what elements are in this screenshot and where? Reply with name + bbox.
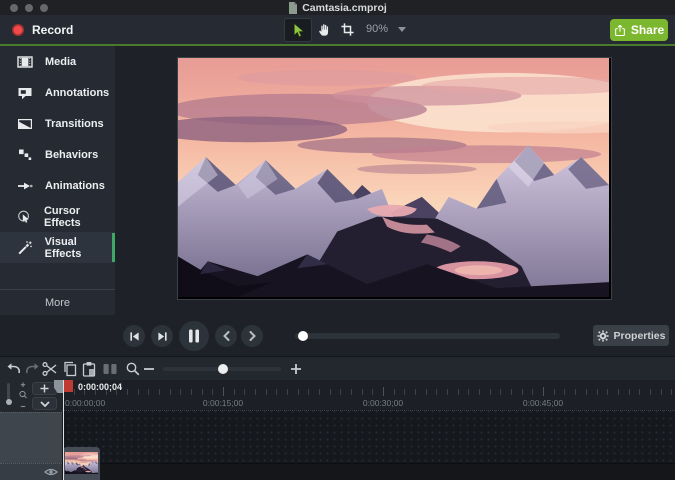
- track-visibility-eye-icon[interactable]: [44, 467, 58, 477]
- pan-tool-button[interactable]: [313, 18, 335, 40]
- video-frame-mountain-sunset: [178, 58, 609, 297]
- pause-icon: [189, 329, 199, 343]
- playhead-marker[interactable]: [64, 380, 73, 392]
- zoom-window-icon[interactable]: [40, 4, 48, 12]
- track-height-slider[interactable]: [5, 383, 12, 405]
- gear-icon: [596, 329, 609, 342]
- timeline: 0:00:00;00 0:00:15;00 0:00:30;00 0:00:45…: [0, 380, 675, 480]
- media-clip-thumbnail: [65, 452, 98, 474]
- timeline-toolbar: [0, 356, 675, 380]
- share-export-icon: [614, 24, 625, 36]
- playhead-line[interactable]: [63, 380, 64, 480]
- record-icon: [12, 23, 24, 36]
- timeline-zoom-out-button[interactable]: [141, 361, 157, 377]
- sidebar-more-button[interactable]: More: [0, 289, 115, 316]
- crop-tool-button[interactable]: [336, 18, 358, 40]
- vertical-zoom-control[interactable]: [17, 381, 29, 411]
- video-canvas[interactable]: [177, 57, 612, 300]
- track-header[interactable]: [0, 412, 62, 463]
- sidebar-item-transitions[interactable]: Transitions: [0, 108, 115, 139]
- cursor-effects-icon: [18, 210, 29, 223]
- share-button[interactable]: Share: [610, 19, 668, 41]
- undo-button[interactable]: [6, 361, 22, 377]
- timeline-zoom-in-button[interactable]: [288, 361, 304, 377]
- step-back-icon: [129, 331, 139, 341]
- transitions-icon: [18, 118, 33, 129]
- playback-scrubber[interactable]: [295, 331, 560, 341]
- previous-clip-button[interactable]: [215, 325, 237, 347]
- traffic-lights[interactable]: [10, 4, 48, 12]
- cut-button[interactable]: [42, 361, 58, 377]
- visual-effects-icon: [18, 240, 32, 254]
- timeline-lower-strip: [62, 463, 675, 480]
- redo-button[interactable]: [24, 361, 40, 377]
- window-title: Camtasia.cmproj: [288, 1, 387, 14]
- close-window-icon[interactable]: [10, 4, 18, 12]
- canvas-zoom-dropdown[interactable]: 90%: [360, 18, 412, 40]
- step-forward-icon: [157, 331, 167, 341]
- playback-bar: Properties: [0, 315, 675, 356]
- ruler-label: 0:00:00;00: [65, 398, 106, 408]
- sidebar-item-behaviors[interactable]: Behaviors: [0, 139, 115, 170]
- ruler-label: 0:00:45;00: [522, 398, 564, 408]
- document-icon: [289, 1, 298, 14]
- animations-icon: [18, 182, 33, 189]
- minimize-window-icon[interactable]: [25, 4, 33, 12]
- plus-icon: [40, 384, 49, 393]
- record-button[interactable]: Record: [12, 15, 73, 44]
- cursor-arrow-icon: [293, 22, 305, 37]
- step-back-button[interactable]: [123, 325, 145, 347]
- split-button[interactable]: [102, 361, 118, 377]
- chevron-left-icon: [222, 331, 229, 341]
- collapse-tracks-button[interactable]: [32, 397, 57, 410]
- chevron-down-icon: [398, 26, 407, 32]
- canvas-zoom-value: 90%: [366, 23, 389, 35]
- behaviors-icon: [19, 149, 32, 160]
- properties-button[interactable]: Properties: [593, 325, 669, 346]
- timeline-ruler[interactable]: 0:00:00;00 0:00:15;00 0:00:30;00 0:00:45…: [62, 380, 675, 410]
- timeline-zoom-icon[interactable]: [125, 361, 141, 377]
- ruler-label: 0:00:15;00: [202, 398, 244, 408]
- media-clip[interactable]: [63, 447, 100, 480]
- preview-area: [115, 46, 675, 315]
- crop-icon: [340, 22, 354, 36]
- ruler-label: 0:00:30;00: [362, 398, 404, 408]
- annotations-icon: [18, 87, 32, 99]
- sidebar: Media Annotations Transitions Behaviors …: [0, 46, 115, 315]
- pause-button[interactable]: [179, 321, 209, 351]
- timeline-zoom-knob[interactable]: [218, 364, 229, 374]
- sidebar-item-animations[interactable]: Animations: [0, 170, 115, 201]
- next-clip-button[interactable]: [241, 325, 263, 347]
- media-icon: [17, 55, 33, 68]
- sidebar-item-media[interactable]: Media: [0, 46, 115, 77]
- track-height-knob[interactable]: [5, 399, 12, 405]
- sidebar-item-annotations[interactable]: Annotations: [0, 77, 115, 108]
- main-toolbar: Record 90% Share: [0, 15, 675, 44]
- timeline-zoom-slider[interactable]: [163, 364, 281, 374]
- playback-scrubber-knob[interactable]: [297, 331, 308, 341]
- step-forward-button[interactable]: [151, 325, 173, 347]
- chevron-right-icon: [249, 331, 256, 341]
- sidebar-item-cursor-effects[interactable]: Cursor Effects: [0, 201, 115, 232]
- select-tool-button[interactable]: [284, 18, 312, 42]
- timeline-left-controls: [0, 380, 62, 412]
- hand-icon: [318, 23, 328, 36]
- playhead-timecode: 0:00:00;04: [78, 382, 123, 392]
- chevron-down-icon: [39, 400, 50, 407]
- copy-button[interactable]: [62, 361, 78, 377]
- sidebar-item-visual-effects[interactable]: Visual Effects: [0, 232, 115, 263]
- titlebar: Camtasia.cmproj: [0, 0, 675, 15]
- add-track-button[interactable]: [32, 382, 57, 395]
- track-header-controls: [0, 463, 62, 480]
- paste-button[interactable]: [81, 361, 97, 377]
